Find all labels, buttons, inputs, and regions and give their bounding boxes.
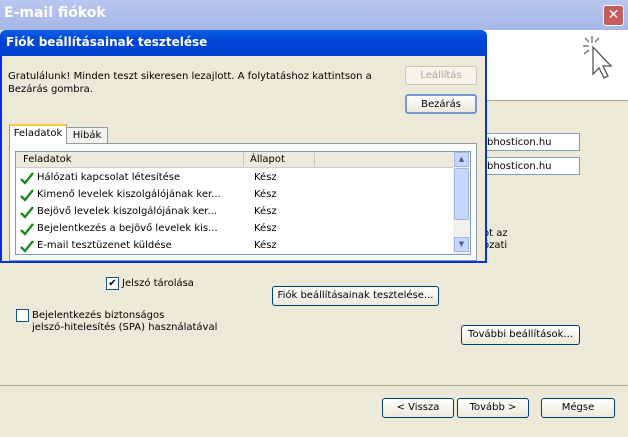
background-close-button[interactable]: ✕ xyxy=(603,5,624,26)
task-name: Bejelentkezés a bejövő levelek kis... xyxy=(37,223,218,234)
back-button[interactable]: < Vissza xyxy=(382,398,454,418)
column-divider xyxy=(243,153,244,166)
spa-checkbox[interactable] xyxy=(16,309,29,322)
dialog-message: Gratulálunk! Minden teszt sikeresen leza… xyxy=(8,70,372,96)
task-status: Kész xyxy=(254,206,277,217)
task-name: Hálózati kapcsolat létesítése xyxy=(37,172,181,183)
checkmark-icon xyxy=(20,223,34,236)
email-field-1[interactable]: bhosticon.hu xyxy=(483,133,580,151)
spa-label-line-1: Bejelentkezés biztonságos xyxy=(32,310,165,321)
task-name: Kimenő levelek kiszolgálójának ker... xyxy=(37,189,221,200)
task-status: Kész xyxy=(254,189,277,200)
scrollbar-thumb[interactable] xyxy=(454,168,469,220)
stop-button[interactable]: Leállítás xyxy=(405,66,477,85)
dialog-message-line-2: Bezárás gombra. xyxy=(8,84,93,95)
column-header-tasks[interactable]: Feladatok xyxy=(23,154,72,165)
divider xyxy=(0,385,628,386)
next-button[interactable]: Tovább > xyxy=(457,398,529,418)
remember-password-checkbox[interactable]: ✔ xyxy=(106,277,119,290)
task-status: Kész xyxy=(254,223,277,234)
task-status: Kész xyxy=(254,240,277,251)
test-account-settings-button[interactable]: Fiók beállításainak tesztelése... xyxy=(272,286,439,306)
more-settings-button[interactable]: További beállítások... xyxy=(461,325,580,345)
dialog-title: Fiók beállításainak tesztelése xyxy=(6,35,208,49)
tab-tasks[interactable]: Feladatok xyxy=(9,124,67,144)
checkmark-icon xyxy=(20,172,34,185)
column-divider xyxy=(314,153,315,166)
checkmark-icon xyxy=(20,206,34,219)
task-status: Kész xyxy=(254,172,277,183)
spa-label: Bejelentkezés biztonságos jelszó-hiteles… xyxy=(32,310,217,334)
scroll-up-arrow-icon[interactable]: ▲ xyxy=(454,152,469,167)
background-window-title: E-mail fiókok xyxy=(4,5,106,21)
list-header xyxy=(16,152,453,168)
dialog-message-line-1: Gratulálunk! Minden teszt sikeresen leza… xyxy=(8,71,372,82)
task-name: E-mail tesztüzenet küldése xyxy=(37,240,172,251)
spa-label-line-2: jelszó-hitelesítés (SPA) használatával xyxy=(32,322,218,333)
cursor-sparkle-icon xyxy=(583,36,613,79)
checkmark-icon xyxy=(20,240,34,253)
remember-password-label: Jelszó tárolása xyxy=(122,278,194,289)
cancel-button[interactable]: Mégse xyxy=(541,398,615,418)
task-name: Bejövő levelek kiszolgálójának ker... xyxy=(37,206,217,217)
scroll-down-arrow-icon[interactable]: ▼ xyxy=(454,237,469,252)
tab-errors[interactable]: Hibák xyxy=(66,127,108,144)
email-field-2[interactable]: bhosticon.hu xyxy=(483,157,580,175)
column-header-status[interactable]: Állapot xyxy=(250,154,285,165)
checkmark-icon xyxy=(20,189,34,202)
close-button[interactable]: Bezárás xyxy=(405,94,477,114)
